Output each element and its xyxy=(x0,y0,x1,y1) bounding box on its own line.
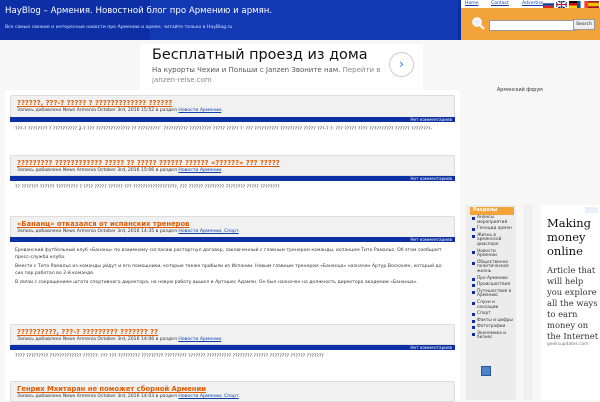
search-input[interactable] xyxy=(489,20,576,31)
bullet-icon xyxy=(472,319,475,323)
comments-link[interactable]: Нет комментариев xyxy=(410,176,452,181)
bullet-icon xyxy=(472,277,475,281)
post-category-link[interactable]: Новости Армении xyxy=(178,337,221,342)
post-meta: Запись добавлено News Armenia October 3r… xyxy=(17,229,241,234)
menu-item-diaspora[interactable]: Жизнь в армянской диаспоре xyxy=(470,233,514,249)
comments-link[interactable]: Нет комментариев xyxy=(410,345,452,350)
post-body: Ереванский футбольный клуб «Бананц» по в… xyxy=(15,248,450,287)
es-flag-icon[interactable] xyxy=(588,1,599,8)
bullet-icon xyxy=(472,261,475,265)
comments-link[interactable]: Нет комментариев xyxy=(410,237,452,242)
side-ad[interactable]: Making money online Article that will he… xyxy=(541,205,600,400)
comments-link[interactable]: Нет комментариев xyxy=(410,117,452,122)
search-button[interactable]: Search xyxy=(573,19,595,30)
post-title[interactable]: ????????? ???????????? ????? ?? ????? ??… xyxy=(17,159,280,167)
post-paragraph: ???? ????????? ????????????? ??????: ???… xyxy=(15,354,324,359)
bullet-icon xyxy=(472,284,475,288)
post-body: ???? ????????? ????????????? ??????: ???… xyxy=(15,354,450,361)
post-title[interactable]: Генрих Мхитарян не поможет сборной Армен… xyxy=(17,385,206,393)
menu-item-travel[interactable]: Путешествия в Армению xyxy=(470,289,514,300)
forum-label[interactable]: Армянский форум xyxy=(497,88,543,93)
ru-flag-icon[interactable] xyxy=(543,1,554,8)
bullet-icon xyxy=(472,326,475,330)
post-category-link[interactable]: Новости Армении, Спорт xyxy=(178,229,238,234)
bullet-icon xyxy=(472,234,475,238)
advertise-link[interactable]: Advertise xyxy=(522,1,544,6)
rss-icon[interactable] xyxy=(481,366,491,376)
site-title[interactable]: HayBlog – Армения. Новостной блог про Ар… xyxy=(5,6,272,16)
post-meta: Запись добавлено News Armenia October 3r… xyxy=(17,337,223,342)
menu-item-genocide[interactable]: Геноцид армян xyxy=(470,226,514,233)
menu-item-announcements[interactable]: Анонсы мероприятий xyxy=(470,215,514,226)
menu-item-economy[interactable]: Экономика и бизнес xyxy=(470,331,514,342)
post-body: ???-? ???????? ? ?????????? 2-? ??? ????… xyxy=(15,127,450,134)
bullet-icon xyxy=(472,301,475,305)
home-link[interactable]: Home xyxy=(465,1,479,6)
post-meta: Запись добавлено News Armenia October 3r… xyxy=(17,168,223,173)
post-category-link[interactable]: Новости Армении xyxy=(178,108,221,113)
post-paragraph: Вместе с Тито Рамальо из команды уйдут и… xyxy=(15,264,442,276)
uk-flag-icon[interactable] xyxy=(556,1,567,8)
post-header: «Бананц» отказался от испанских тренеров… xyxy=(10,216,455,238)
bullet-icon xyxy=(472,313,475,317)
bullet-icon xyxy=(472,290,475,294)
site-subtitle: Все самые свежие и интересные новости пр… xyxy=(5,25,233,30)
bullet-icon xyxy=(472,250,475,254)
ad-choices-icon[interactable] xyxy=(585,207,598,213)
magnifier-icon xyxy=(472,17,485,30)
scrollbar[interactable] xyxy=(523,205,533,400)
ad-arrow-icon[interactable]: › xyxy=(389,52,414,77)
menu-title: Разделы xyxy=(470,207,514,215)
post-comments-bar: Нет комментариев xyxy=(10,176,455,181)
bullet-icon xyxy=(472,228,475,232)
bullet-icon xyxy=(472,217,475,220)
menu-item-news[interactable]: Новости Армении xyxy=(470,249,514,260)
menu-item-politics[interactable]: Общественно политическая жизнь xyxy=(470,260,514,276)
post-paragraph: Ереванский футбольный клуб «Бананц» по в… xyxy=(15,248,442,260)
post-header: ????????? ???????????? ????? ?? ????? ??… xyxy=(10,155,455,176)
post-paragraph: ?? ??????? ?????? ????????? ? ???? ?????… xyxy=(15,185,280,190)
post-paragraph: В связи с сокращением штата спортивного … xyxy=(15,280,418,285)
post-body: ?? ??????? ?????? ????????? ? ???? ?????… xyxy=(15,185,450,192)
bullet-icon xyxy=(472,332,475,336)
post-comments-bar: Нет комментариев xyxy=(10,345,455,350)
post-comments-bar: Нет комментариев xyxy=(10,237,455,242)
post-header: Генрих Мхитарян не поможет сборной Армен… xyxy=(10,381,455,402)
ad-text-main: На курорты Чехии и Польши с Janzen Звони… xyxy=(152,66,341,74)
menu-item-photos[interactable]: Фотографии xyxy=(470,324,514,331)
post-meta: Запись добавлено News Armenia October 3r… xyxy=(17,108,223,113)
post-category-link[interactable]: Новости Армении xyxy=(178,168,221,173)
side-ad-source[interactable]: geeksupdates.com xyxy=(547,342,589,347)
main-content: ??????, ???-? ????? ? ????????????? ????… xyxy=(5,90,460,402)
sections-menu: Разделы Анонсы мероприятий Геноцид армян… xyxy=(470,207,514,342)
ad-text: На курорты Чехии и Польши с Janzen Звони… xyxy=(152,65,384,85)
menu-item-rumors[interactable]: Слухи и сенсации xyxy=(470,300,514,311)
menu-item-sport[interactable]: Спорт xyxy=(470,311,514,318)
post-comments-bar: Нет комментариев xyxy=(10,117,455,122)
ad-title[interactable]: Бесплатный проезд из дома xyxy=(152,47,368,63)
post-meta: Запись добавлено News Armenia October 3r… xyxy=(17,394,241,399)
post-category-link[interactable]: Новости Армении, Спорт xyxy=(178,394,238,399)
side-ad-headline[interactable]: Making money online xyxy=(547,216,599,258)
menu-item-incidents[interactable]: Происшествия xyxy=(470,282,514,289)
post-header: ??????????, ???-? ????????? ??????? ?? З… xyxy=(10,324,455,345)
post-title[interactable]: ??????????, ???-? ????????? ??????? ?? xyxy=(17,328,158,336)
contact-link[interactable]: Contact xyxy=(491,1,509,6)
side-ad-text: Article that will help you explore all t… xyxy=(547,265,599,341)
top-links-bar: Home Contact Advertise xyxy=(461,0,600,8)
post-paragraph: ???-? ???????? ? ?????????? 2-? ??? ????… xyxy=(15,127,433,132)
fr-flag-icon[interactable] xyxy=(577,1,588,8)
top-ad-banner[interactable]: Бесплатный проезд из дома На курорты Чех… xyxy=(140,44,423,90)
post-header: ??????, ???-? ????? ? ????????????? ????… xyxy=(10,95,455,118)
post-title[interactable]: «Бананц» отказался от испанских тренеров xyxy=(17,220,189,228)
post-title[interactable]: ??????, ???-? ????? ? ????????????? ????… xyxy=(17,99,172,107)
